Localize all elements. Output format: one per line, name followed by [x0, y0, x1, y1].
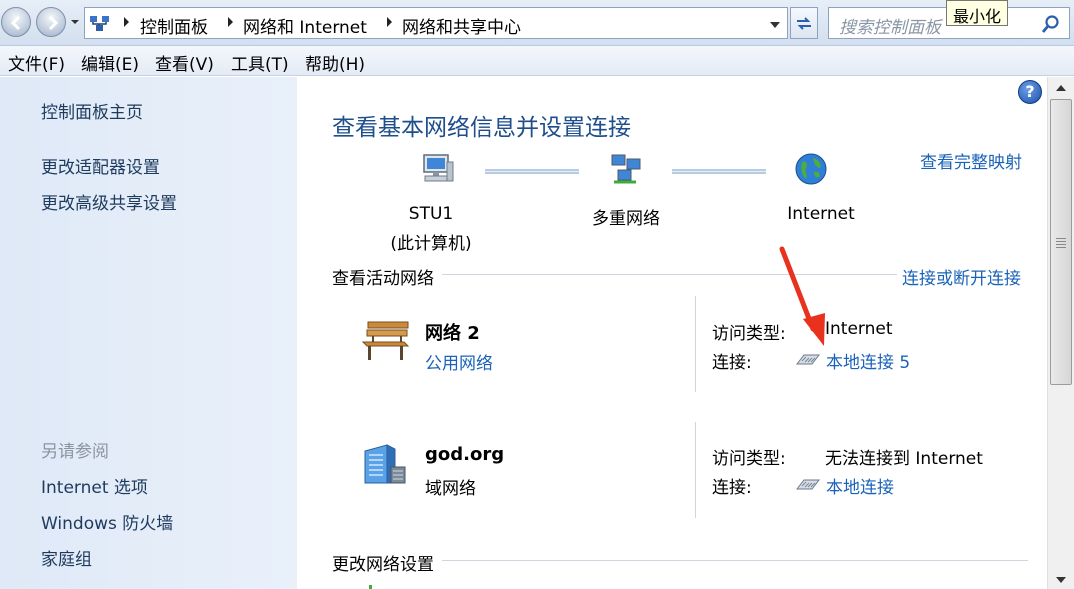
- address-field[interactable]: 控制面板 网络和 Internet 网络和共享中心: [84, 7, 788, 39]
- menu-bar: 文件(F) 编辑(E) 查看(V) 工具(T) 帮助(H): [0, 46, 1074, 76]
- computer-icon[interactable]: [419, 152, 455, 188]
- scroll-down-arrow-icon[interactable]: [1053, 573, 1069, 587]
- breadcrumb-control-panel[interactable]: 控制面板: [140, 13, 208, 38]
- grip-line: [1056, 241, 1066, 242]
- computer-sub-label: (此计算机): [390, 234, 472, 254]
- map-connection-line: [485, 169, 579, 174]
- menu-file[interactable]: 文件(F): [8, 50, 65, 75]
- menu-tools[interactable]: 工具(T): [231, 50, 289, 75]
- connections-label: 连接:: [712, 353, 752, 373]
- refresh-button[interactable]: [790, 7, 818, 39]
- refresh-icon: [797, 17, 811, 30]
- grip-line: [1056, 238, 1066, 239]
- task-pane: 控制面板主页 更改适配器设置 更改高级共享设置 另请参阅 Internet 选项…: [0, 77, 297, 589]
- network-type-label: 域网络: [425, 479, 476, 499]
- red-arrow-annotation: [779, 246, 825, 346]
- connect-disconnect-link[interactable]: 连接或断开连接: [902, 264, 1021, 289]
- menu-view[interactable]: 查看(V): [155, 50, 214, 75]
- breadcrumb-network-internet[interactable]: 网络和 Internet: [243, 13, 367, 38]
- access-type-label: 访问类型:: [712, 449, 786, 469]
- view-full-map-link[interactable]: 查看完整映射: [920, 148, 1022, 173]
- change-adapter-settings-link[interactable]: 更改适配器设置: [41, 153, 160, 178]
- multiple-networks-label: 多重网络: [592, 209, 660, 229]
- grip-line: [1056, 244, 1066, 245]
- vertical-scrollbar[interactable]: [1047, 77, 1074, 589]
- minimize-tooltip: 最小化: [946, 0, 1009, 26]
- control-panel-home-link[interactable]: 控制面板主页: [41, 98, 143, 123]
- network-center-icon: [90, 16, 109, 31]
- recent-pages-dropdown-icon[interactable]: [70, 16, 80, 28]
- park-bench-icon: [361, 321, 410, 360]
- internet-globe-icon[interactable]: [794, 152, 828, 186]
- see-also-heading: 另请参阅: [41, 442, 109, 462]
- internet-label: Internet: [787, 204, 855, 224]
- local-connection-5-link[interactable]: 本地连接 5: [826, 348, 910, 373]
- access-type-value: 无法连接到 Internet: [825, 449, 983, 469]
- breadcrumb-separator-icon[interactable]: [227, 16, 235, 28]
- computer-name-label: STU1: [408, 204, 454, 224]
- network-divider: [695, 296, 696, 392]
- scroll-thumb[interactable]: [1050, 99, 1072, 385]
- network-divider: [695, 422, 696, 518]
- page-title: 查看基本网络信息并设置连接: [332, 115, 631, 141]
- breadcrumb-separator-icon[interactable]: [386, 16, 394, 28]
- local-connection-link[interactable]: 本地连接: [826, 473, 894, 498]
- network-name: god.org: [425, 444, 505, 465]
- network-name: 网络 2: [425, 323, 480, 344]
- partial-icon: [369, 585, 372, 589]
- address-bar: 控制面板 网络和 Internet 网络和共享中心 搜索控制面板 最小化: [0, 0, 1074, 46]
- change-network-settings-heading: 更改网络设置: [332, 550, 442, 575]
- internet-options-link[interactable]: Internet 选项: [41, 473, 148, 498]
- help-icon[interactable]: ?: [1018, 80, 1042, 104]
- domain-building-icon: [364, 444, 406, 484]
- access-type-value: Internet: [825, 319, 893, 339]
- forward-button[interactable]: [36, 7, 66, 37]
- main-content: ? 查看基本网络信息并设置连接 查看完整映射 STU1 (此计算机) 多重网络 …: [297, 77, 1047, 589]
- active-networks-heading: 查看活动网络: [332, 264, 442, 289]
- forward-arrow-icon: [48, 15, 59, 31]
- map-connection-line: [672, 169, 766, 174]
- search-icon[interactable]: [1041, 14, 1061, 34]
- grip-line: [1056, 247, 1066, 248]
- connections-label: 连接:: [712, 478, 752, 498]
- back-arrow-icon: [10, 15, 21, 31]
- section-divider: [442, 560, 1028, 561]
- scroll-up-arrow-icon[interactable]: [1053, 81, 1069, 95]
- windows-firewall-link[interactable]: Windows 防火墙: [41, 509, 173, 534]
- breadcrumb-network-sharing-center[interactable]: 网络和共享中心: [402, 13, 521, 38]
- address-history-dropdown-icon[interactable]: [768, 20, 782, 30]
- breadcrumb-separator-icon[interactable]: [123, 16, 131, 28]
- network-type-link[interactable]: 公用网络: [425, 349, 493, 374]
- search-placeholder: 搜索控制面板: [839, 18, 941, 38]
- change-advanced-sharing-link[interactable]: 更改高级共享设置: [41, 189, 177, 214]
- menu-help[interactable]: 帮助(H): [305, 50, 365, 75]
- homegroup-link[interactable]: 家庭组: [41, 545, 92, 570]
- menu-edit[interactable]: 编辑(E): [81, 50, 139, 75]
- back-button[interactable]: [1, 7, 31, 37]
- multiple-networks-icon[interactable]: [608, 152, 644, 188]
- adapter-icon: [796, 479, 820, 490]
